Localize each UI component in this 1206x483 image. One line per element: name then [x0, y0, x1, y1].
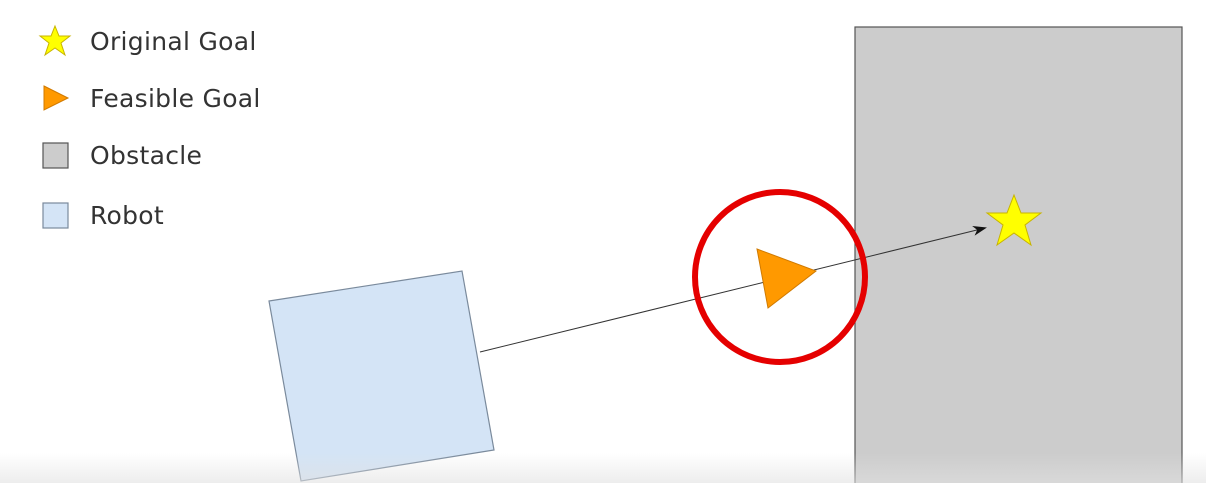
- triangle-icon: [38, 81, 72, 115]
- legend-item-original-goal: Original Goal: [38, 24, 257, 58]
- blue-square-icon: [38, 198, 72, 232]
- diagram-canvas: [268, 26, 1183, 483]
- legend-label: Robot: [90, 200, 165, 230]
- legend-label: Original Goal: [90, 26, 257, 56]
- legend-item-feasible-goal: Feasible Goal: [38, 81, 261, 115]
- obstacle-block: [854, 26, 1183, 483]
- star-icon: [38, 24, 72, 58]
- legend-item-obstacle: Obstacle: [38, 138, 202, 172]
- legend-item-robot: Robot: [38, 198, 164, 232]
- legend-label: Feasible Goal: [90, 83, 261, 113]
- robot-square: [268, 270, 495, 482]
- feasible-goal-triangle: [756, 248, 818, 309]
- legend-label: Obstacle: [90, 140, 203, 170]
- gray-square-icon: [38, 138, 72, 172]
